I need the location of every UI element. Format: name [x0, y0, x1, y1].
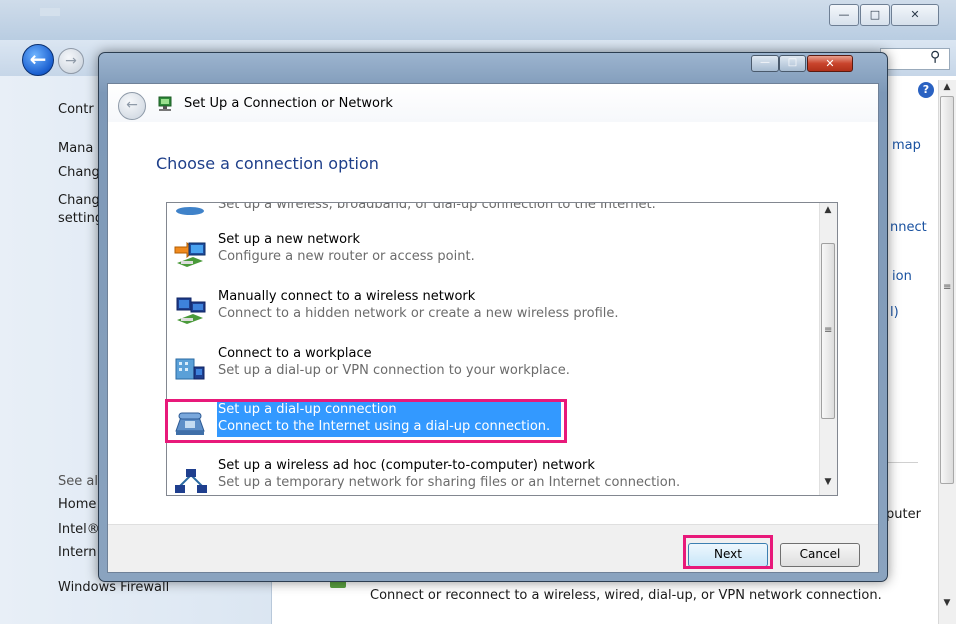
option-title: Connect to a workplace	[218, 346, 372, 361]
forward-arrow-icon[interactable]: →	[58, 48, 84, 74]
sidebar-link-change-settings[interactable]: Chang	[58, 193, 100, 208]
minimize-button[interactable]: —	[829, 4, 859, 26]
search-icon[interactable]: ⚲	[930, 49, 940, 65]
dialog-minimize-button[interactable]: —	[751, 55, 779, 72]
scrollbar-grip-icon: ≡	[943, 282, 952, 293]
connection-options-list[interactable]: Set up a wireless, broadband, or dial-up…	[166, 202, 838, 496]
close-button[interactable]: ✕	[891, 4, 939, 26]
page-heading: Choose a connection option	[156, 154, 379, 173]
sidebar-link-windows-firewall[interactable]: Windows Firewall	[58, 580, 169, 595]
option-title: Set up a new network	[218, 232, 360, 247]
background-titlebar	[0, 0, 956, 40]
sidebar-link-intel[interactable]: Intel®	[58, 522, 100, 537]
list-scroll-up-arrow-icon[interactable]: ▲	[819, 205, 837, 215]
adhoc-network-icon	[175, 469, 207, 493]
setup-connection-dialog: — □ ✕ ← Set Up a Connection or Network C…	[98, 52, 888, 582]
sidebar-link-change-adapter[interactable]: Chang	[58, 165, 100, 180]
list-item-new-network[interactable]: Set up a new network Configure a new rou…	[167, 229, 819, 281]
option-description: Set up a temporary network for sharing f…	[218, 475, 681, 490]
sidebar-link-internet-options[interactable]: Intern	[58, 545, 97, 560]
list-item-manual-wireless[interactable]: Manually connect to a wireless network C…	[167, 286, 819, 338]
cancel-button[interactable]: Cancel	[780, 543, 860, 567]
sidebar-see-also-heading: See al	[58, 474, 98, 489]
list-scrollbar-grip-icon: ≡	[824, 325, 833, 336]
sidebar-link-manage[interactable]: Mana	[58, 141, 93, 156]
sidebar-link-homegroup[interactable]: Home	[58, 497, 96, 512]
see-full-map-link[interactable]: map	[892, 138, 921, 153]
dialog-back-arrow-icon[interactable]: ←	[118, 92, 146, 120]
computer-text-fragment: puter	[886, 507, 921, 522]
option-description: Set up a dial-up or VPN connection to yo…	[218, 363, 570, 378]
option-title: Set up a wireless, broadband, or dial-up…	[218, 202, 656, 212]
sidebar-link-control-panel-home[interactable]: Contr	[58, 102, 94, 117]
workplace-building-icon	[175, 358, 205, 380]
maximize-button[interactable]: □	[860, 4, 890, 26]
sidebar-link-settings-line[interactable]: setting	[58, 211, 103, 226]
wireless-computer-icon	[176, 297, 206, 324]
highlight-frame-next	[683, 535, 773, 569]
connect-network-description: Connect or reconnect to a wireless, wire…	[370, 588, 882, 603]
new-network-router-icon	[174, 241, 206, 267]
back-arrow-icon[interactable]: ←	[22, 44, 54, 76]
globe-connection-icon	[176, 207, 204, 215]
dialog-close-button[interactable]: ✕	[807, 55, 853, 72]
connection-link[interactable]: ion	[892, 269, 912, 284]
dialog-client-area: ← Set Up a Connection or Network Choose …	[107, 83, 879, 573]
option-title: Manually connect to a wireless network	[218, 289, 476, 304]
dialog-title: Set Up a Connection or Network	[184, 96, 393, 111]
option-title: Set up a wireless ad hoc (computer-to-co…	[218, 458, 595, 473]
scroll-up-arrow-icon[interactable]: ▲	[938, 82, 956, 92]
network-setup-icon	[158, 96, 172, 111]
option-description: Configure a new router or access point.	[218, 249, 475, 264]
scroll-down-arrow-icon[interactable]: ▼	[938, 598, 956, 608]
list-item-workplace[interactable]: Connect to a workplace Set up a dial-up …	[167, 343, 819, 395]
highlight-frame-dialup	[165, 399, 567, 443]
connect-disconnect-link[interactable]: nnect	[890, 220, 927, 235]
list-item-adhoc-network[interactable]: Set up a wireless ad hoc (computer-to-co…	[167, 455, 819, 495]
help-icon[interactable]: ?	[918, 82, 934, 98]
option-description: Connect to a hidden network or create a …	[218, 306, 619, 321]
list-scroll-down-arrow-icon[interactable]: ▼	[819, 477, 837, 487]
connection-detail-fragment: l)	[890, 305, 899, 320]
list-item-setup-internet[interactable]: Set up a wireless, broadband, or dial-up…	[167, 202, 819, 225]
dialog-maximize-button[interactable]: □	[779, 55, 806, 72]
titlebar-decoration	[40, 8, 60, 16]
